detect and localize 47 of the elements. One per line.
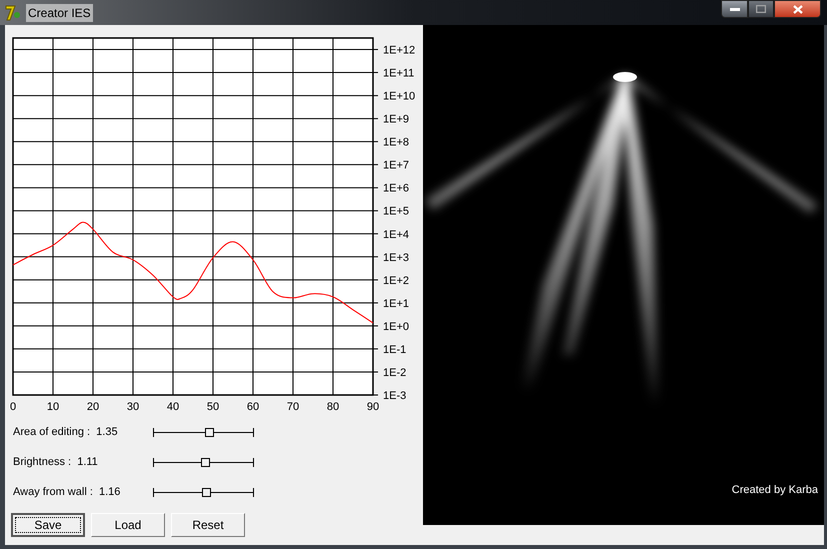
x-tick-label: 40	[166, 401, 180, 413]
y-tick-label: 1E+11	[383, 68, 414, 80]
y-tick-label: 1E+9	[383, 114, 409, 126]
y-tick-label: 1E+3	[383, 252, 409, 264]
slider-label: Brightness : 1.11	[13, 454, 99, 470]
close-button[interactable]	[774, 0, 821, 18]
slider-label: Area of editing : 1.35	[13, 424, 119, 440]
slider-thumb[interactable]	[202, 488, 212, 496]
y-tick-label: 1E+5	[383, 206, 409, 218]
x-tick-label: 50	[206, 401, 220, 413]
x-tick-label: 0	[10, 401, 16, 413]
y-tick-label: 1E+2	[383, 274, 409, 287]
slider-track[interactable]	[153, 458, 254, 466]
x-tick-label: 70	[286, 401, 300, 413]
slider-thumb[interactable]	[205, 428, 214, 436]
y-tick-label: 1E+4	[383, 228, 409, 241]
close-icon	[792, 4, 802, 14]
x-tick-label: 80	[326, 401, 340, 413]
x-tick-label: 60	[246, 401, 260, 413]
credit-caption: Created by Karba	[732, 483, 818, 498]
minimize-button[interactable]	[721, 0, 748, 18]
x-tick-label: 10	[46, 401, 60, 413]
maximize-icon	[756, 5, 766, 13]
y-tick-label: 1E+1	[383, 298, 409, 310]
button[interactable]: Save	[11, 513, 85, 537]
y-tick-label: 1E+10	[383, 90, 416, 103]
maximize-button[interactable]	[748, 0, 774, 18]
y-tick-label: 1E-1	[383, 344, 406, 356]
slider-track[interactable]	[153, 488, 254, 496]
y-tick-label: 1E+12	[383, 44, 416, 57]
button[interactable]: Reset	[171, 513, 245, 537]
x-tick-label: 20	[86, 401, 100, 413]
y-tick-label: 1E+7	[383, 160, 409, 172]
y-tick-label: 1E+6	[383, 182, 409, 195]
button[interactable]: Load	[91, 513, 165, 537]
y-tick-label: 1E-3	[383, 390, 406, 402]
y-tick-label: 1E+0	[383, 320, 409, 333]
y-tick-label: 1E-2	[383, 366, 406, 379]
window-title: Creator IES	[26, 4, 93, 22]
x-tick-label: 30	[126, 401, 140, 413]
slider-label: Away from wall : 1.16	[13, 484, 122, 500]
app-logo-icon	[4, 4, 22, 22]
x-tick-label: 90	[366, 401, 380, 413]
slider-thumb[interactable]	[201, 458, 210, 466]
y-tick-label: 1E+8	[383, 136, 409, 149]
slider-track[interactable]	[153, 428, 254, 436]
minimize-icon	[730, 7, 740, 11]
